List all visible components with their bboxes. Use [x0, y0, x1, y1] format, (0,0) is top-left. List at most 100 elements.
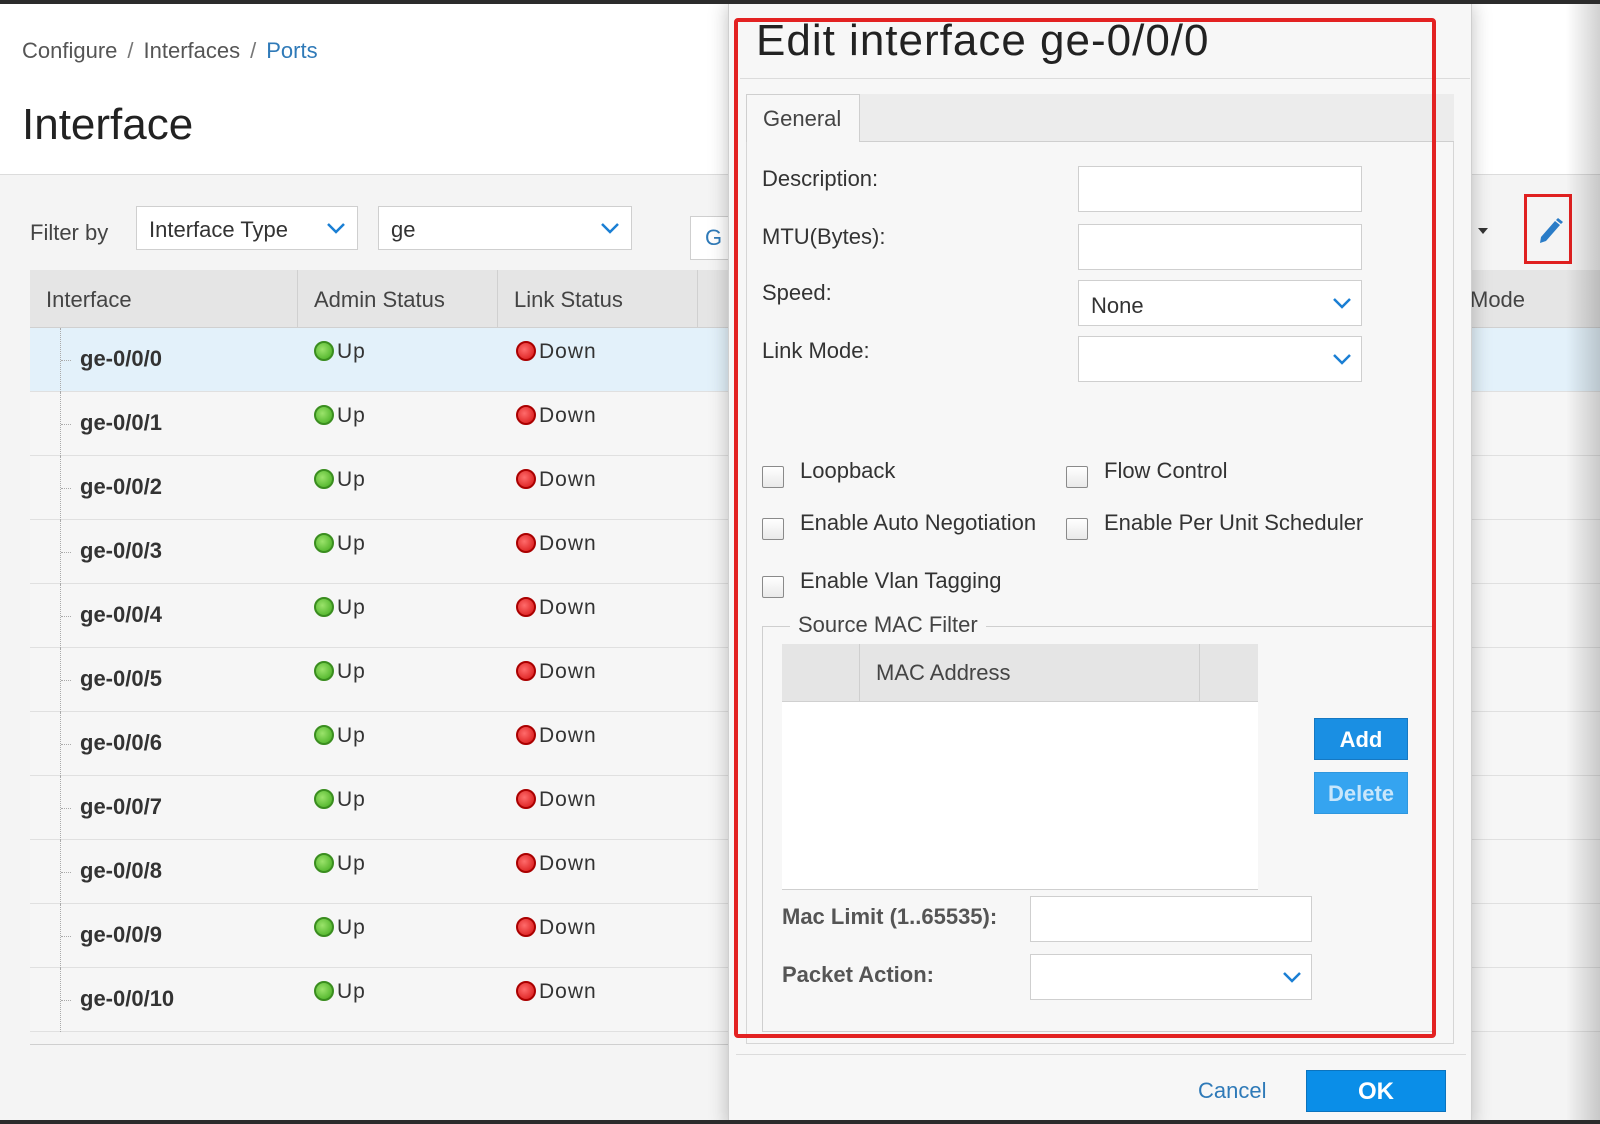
link-status: Down — [516, 980, 597, 1004]
auto-negotiation-checkbox[interactable] — [762, 518, 784, 540]
footer-divider — [736, 1054, 1466, 1055]
link-status-text: Down — [539, 596, 597, 619]
filter-value: ge — [391, 217, 416, 242]
page-title: Interface — [22, 100, 194, 149]
breadcrumb-interfaces[interactable]: Interfaces — [144, 38, 241, 63]
breadcrumb-configure[interactable]: Configure — [22, 38, 117, 63]
flow-control-label: Flow Control — [1104, 458, 1228, 483]
admin-status: Up — [314, 596, 366, 620]
column-interface[interactable]: Interface — [30, 270, 298, 328]
breadcrumb-separator: / — [127, 38, 134, 63]
grid-divider — [30, 1044, 730, 1045]
per-unit-scheduler-checkbox[interactable] — [1066, 518, 1088, 540]
link-status-text: Down — [539, 404, 597, 427]
caret-down-icon[interactable] — [1478, 228, 1488, 234]
interface-type-select[interactable]: Interface Type — [136, 206, 358, 250]
interface-name: ge-0/0/6 — [80, 730, 162, 755]
dialog-title: Edit interface ge-0/0/0 — [756, 16, 1210, 65]
status-down-icon — [516, 981, 536, 1001]
status-up-icon — [314, 469, 334, 489]
admin-status-text: Up — [337, 340, 366, 363]
breadcrumb-separator: / — [250, 38, 257, 63]
admin-status: Up — [314, 340, 366, 364]
status-down-icon — [516, 597, 536, 617]
status-down-icon — [516, 405, 536, 425]
mac-select-column[interactable] — [782, 644, 860, 702]
link-status-text: Down — [539, 916, 597, 939]
link-status: Down — [516, 916, 597, 940]
link-status: Down — [516, 596, 597, 620]
loopback-checkbox[interactable] — [762, 466, 784, 488]
chevron-down-icon — [325, 217, 347, 239]
column-link-status[interactable]: Link Status — [498, 270, 698, 328]
interface-name: ge-0/0/5 — [80, 666, 162, 691]
vlan-tagging-label: Enable Vlan Tagging — [800, 568, 1002, 593]
chevron-down-icon — [599, 217, 621, 239]
app-page: Configure / Interfaces / Ports Interface Fil… — [0, 0, 1600, 1124]
link-status-text: Down — [539, 468, 597, 491]
vlan-tagging-checkbox[interactable] — [762, 576, 784, 598]
admin-status: Up — [314, 404, 366, 428]
admin-status: Up — [314, 916, 366, 940]
interface-name: ge-0/0/10 — [80, 986, 175, 1011]
link-status: Down — [516, 468, 597, 492]
mac-limit-label: Mac Limit (1..65535): — [782, 904, 998, 929]
interface-name: ge-0/0/7 — [80, 794, 162, 819]
status-down-icon — [516, 725, 536, 745]
loopback-label: Loopback — [800, 458, 896, 483]
admin-status: Up — [314, 788, 366, 812]
mac-limit-input[interactable] — [1030, 896, 1312, 942]
status-down-icon — [516, 917, 536, 937]
flow-control-checkbox[interactable] — [1066, 466, 1088, 488]
status-down-icon — [516, 341, 536, 361]
pencil-icon — [1540, 218, 1563, 243]
link-status-text: Down — [539, 340, 597, 363]
tree-connector — [60, 392, 74, 456]
link-mode-select[interactable] — [1078, 336, 1362, 382]
go-button[interactable]: G — [690, 216, 730, 260]
description-input[interactable] — [1078, 166, 1362, 212]
admin-status-text: Up — [337, 852, 366, 875]
link-status-text: Down — [539, 788, 597, 811]
cancel-button[interactable]: Cancel — [1198, 1078, 1266, 1104]
interface-name: ge-0/0/4 — [80, 602, 162, 627]
admin-status-text: Up — [337, 468, 366, 491]
status-up-icon — [314, 853, 334, 873]
ok-button[interactable]: OK — [1306, 1070, 1446, 1112]
mtu-input[interactable] — [1078, 224, 1362, 270]
column-mac-address[interactable]: MAC Address — [860, 644, 1200, 702]
breadcrumb-ports[interactable]: Ports — [266, 38, 317, 63]
admin-status: Up — [314, 468, 366, 492]
status-down-icon — [516, 469, 536, 489]
delete-mac-button[interactable]: Delete — [1314, 772, 1408, 814]
add-mac-button[interactable]: Add — [1314, 718, 1408, 760]
status-up-icon — [314, 533, 334, 553]
link-status-text: Down — [539, 724, 597, 747]
mac-table-header: MAC Address — [782, 644, 1258, 702]
interface-name: ge-0/0/0 — [80, 346, 162, 371]
interface-name: ge-0/0/9 — [80, 922, 162, 947]
speed-select[interactable]: None — [1078, 280, 1362, 326]
tree-connector — [60, 904, 74, 968]
admin-status-text: Up — [337, 724, 366, 747]
title-divider — [740, 78, 1470, 79]
chevron-down-icon — [1331, 292, 1353, 314]
admin-status: Up — [314, 980, 366, 1004]
tree-connector — [60, 456, 74, 520]
status-down-icon — [516, 661, 536, 681]
admin-status-text: Up — [337, 532, 366, 555]
admin-status-text: Up — [337, 404, 366, 427]
link-status: Down — [516, 660, 597, 684]
status-up-icon — [314, 661, 334, 681]
column-admin-status[interactable]: Admin Status — [298, 270, 498, 328]
admin-status-text: Up — [337, 980, 366, 1003]
edit-button[interactable] — [1524, 194, 1572, 264]
column-mode[interactable]: Mode — [1470, 287, 1525, 313]
packet-action-select[interactable] — [1030, 954, 1312, 1000]
status-up-icon — [314, 725, 334, 745]
link-status-text: Down — [539, 532, 597, 555]
filter-value-select[interactable]: ge — [378, 206, 632, 250]
tab-general[interactable]: General — [746, 94, 860, 142]
admin-status: Up — [314, 852, 366, 876]
filter-label: Filter by — [30, 220, 109, 245]
